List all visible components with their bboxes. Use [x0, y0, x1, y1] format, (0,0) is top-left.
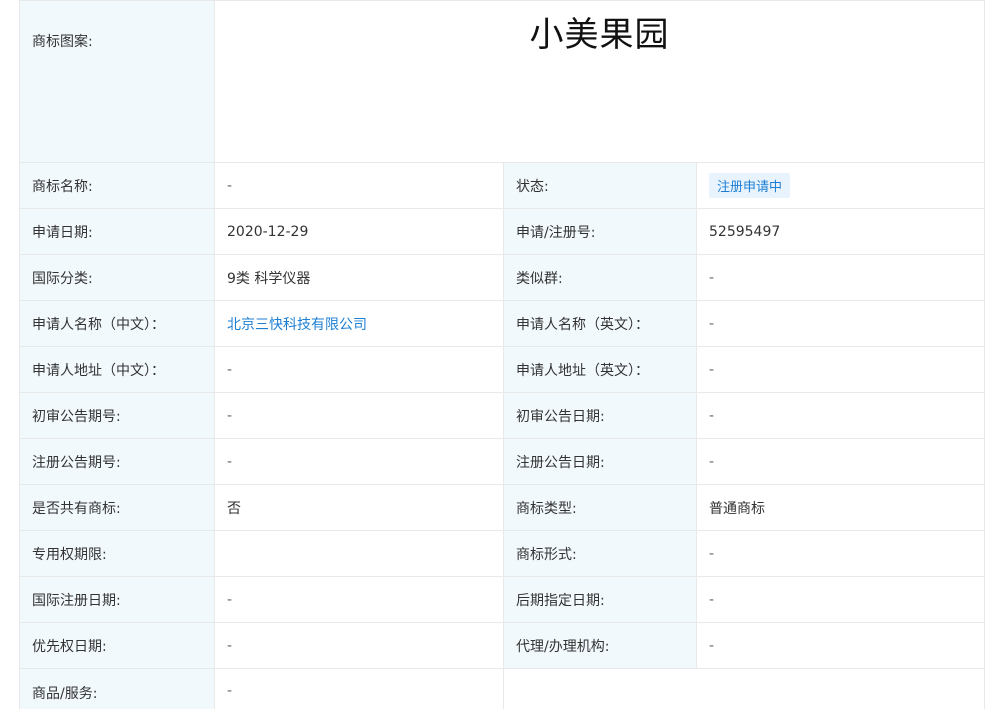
applicant-name-en-label: 申请人名称（英文）： — [503, 301, 696, 346]
later-designation-value: - — [696, 577, 985, 622]
applicant-addr-en-label: 申请人地址（英文）： — [503, 347, 696, 392]
goods-services-value: - — [214, 669, 503, 709]
later-designation-label: 后期指定日期: — [503, 577, 696, 622]
prelim-issue-label: 初审公告期号: — [19, 393, 214, 438]
agency-label: 代理/办理机构: — [503, 623, 696, 668]
exclusive-term-label: 专用权期限: — [19, 531, 214, 576]
applicant-name-cn-label: 申请人名称（中文）： — [19, 301, 214, 346]
mark-form-label: 商标形式: — [503, 531, 696, 576]
applicant-addr-cn-value: - — [214, 347, 503, 392]
mark-type-value: 普通商标 — [696, 485, 985, 530]
prelim-issue-value: - — [214, 393, 503, 438]
apply-date-value: 2020-12-29 — [214, 209, 503, 254]
logo-text: 小美果园 — [529, 15, 670, 55]
table-row: 商标名称: - 状态: 注册申请中 — [19, 163, 985, 209]
trademark-detail-table: 商标图案: 小美果园 商标名称: - 状态: 注册申请中 申请日期: 2020-… — [19, 0, 985, 709]
logo-image: 小美果园 — [214, 1, 985, 162]
table-row: 申请日期: 2020-12-29 申请/注册号: 52595497 — [19, 209, 985, 255]
applicant-name-cn-cell: 北京三快科技有限公司 — [214, 301, 503, 346]
goods-services-label: 商品/服务: — [19, 669, 214, 709]
status-badge: 注册申请中 — [709, 173, 791, 198]
applicant-name-link[interactable]: 北京三快科技有限公司 — [227, 314, 367, 334]
apply-date-label: 申请日期: — [19, 209, 214, 254]
table-row: 初审公告期号: - 初审公告日期: - — [19, 393, 985, 439]
table-row: 优先权日期: - 代理/办理机构: - — [19, 623, 985, 669]
intl-class-label: 国际分类: — [19, 255, 214, 300]
prelim-date-value: - — [696, 393, 985, 438]
status-cell: 注册申请中 — [696, 163, 985, 208]
similar-group-value: - — [696, 255, 985, 300]
intl-class-value: 9类 科学仪器 — [214, 255, 503, 300]
prelim-date-label: 初审公告日期: — [503, 393, 696, 438]
table-row: 国际分类: 9类 科学仪器 类似群: - — [19, 255, 985, 301]
priority-date-label: 优先权日期: — [19, 623, 214, 668]
intl-reg-date-label: 国际注册日期: — [19, 577, 214, 622]
status-label: 状态: — [503, 163, 696, 208]
name-label: 商标名称: — [19, 163, 214, 208]
applicant-addr-en-value: - — [696, 347, 985, 392]
table-row: 专用权期限: 商标形式: - — [19, 531, 985, 577]
reg-number-label: 申请/注册号: — [503, 209, 696, 254]
logo-label: 商标图案: — [19, 1, 214, 162]
table-row: 商品/服务: - — [19, 669, 985, 709]
table-row: 申请人名称（中文）： 北京三快科技有限公司 申请人名称（英文）： - — [19, 301, 985, 347]
reg-date-label: 注册公告日期: — [503, 439, 696, 484]
applicant-addr-cn-label: 申请人地址（中文）： — [19, 347, 214, 392]
exclusive-term-value — [214, 531, 503, 576]
table-row: 申请人地址（中文）： - 申请人地址（英文）： - — [19, 347, 985, 393]
reg-issue-value: - — [214, 439, 503, 484]
mark-type-label: 商标类型: — [503, 485, 696, 530]
table-row: 是否共有商标: 否 商标类型: 普通商标 — [19, 485, 985, 531]
similar-group-label: 类似群: — [503, 255, 696, 300]
name-value: - — [214, 163, 503, 208]
shared-mark-value: 否 — [214, 485, 503, 530]
intl-reg-date-value: - — [214, 577, 503, 622]
mark-form-value: - — [696, 531, 985, 576]
reg-date-value: - — [696, 439, 985, 484]
empty-cell — [503, 669, 985, 709]
agency-value: - — [696, 623, 985, 668]
shared-mark-label: 是否共有商标: — [19, 485, 214, 530]
reg-number-value: 52595497 — [696, 209, 985, 254]
priority-date-value: - — [214, 623, 503, 668]
trademark-logo-row: 商标图案: 小美果园 — [19, 1, 985, 163]
table-row: 国际注册日期: - 后期指定日期: - — [19, 577, 985, 623]
applicant-name-en-value: - — [696, 301, 985, 346]
table-row: 注册公告期号: - 注册公告日期: - — [19, 439, 985, 485]
reg-issue-label: 注册公告期号: — [19, 439, 214, 484]
